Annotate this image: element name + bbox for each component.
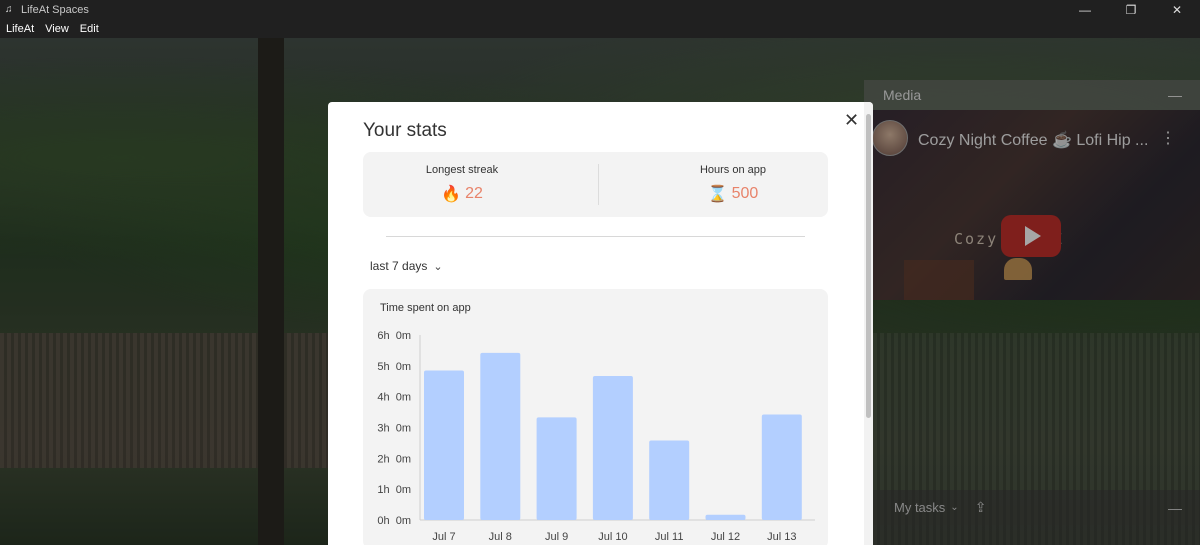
range-label: last 7 days [370, 259, 428, 273]
section-divider [386, 236, 805, 237]
window-controls: — ❐ ✕ [1062, 0, 1200, 20]
stats-divider [598, 164, 599, 205]
close-icon[interactable]: ✕ [844, 110, 859, 131]
stats-modal: Your stats ✕ Longest streak 🔥 22 Hours o… [328, 102, 873, 545]
menu-view[interactable]: View [45, 23, 69, 35]
fire-icon: 🔥 [441, 186, 462, 203]
modal-scrollbar-thumb[interactable] [866, 114, 871, 418]
hourglass-icon: ⌛ [707, 186, 728, 203]
y-tick-label: 3h 0m [377, 423, 411, 435]
window-title: LifeAt Spaces [21, 4, 89, 16]
bar[interactable] [761, 414, 802, 520]
x-tick-label: Jul 7 [432, 531, 455, 543]
bar[interactable] [649, 440, 690, 520]
range-dropdown[interactable]: last 7 days ⌄ [370, 259, 443, 273]
y-tick-label: 2h 0m [377, 453, 411, 465]
hours-on-app-stat: Hours on app ⌛ 500 [633, 164, 833, 204]
chevron-down-icon: ⌄ [433, 260, 443, 273]
hours-on-app-label: Hours on app [699, 164, 767, 176]
modal-title: Your stats [363, 120, 447, 141]
x-tick-label: Jul 13 [767, 531, 796, 543]
time-spent-chart-card: Time spent on app 0h 0m 1h 0m 2h 0m 3h 0m 4h… [363, 289, 828, 545]
bar[interactable] [424, 370, 464, 520]
x-tick-label: Jul 8 [489, 531, 512, 543]
x-tick-label: Jul 9 [545, 531, 568, 543]
bar[interactable] [536, 417, 577, 520]
stats-summary-card: Longest streak 🔥 22 Hours on app ⌛ 500 [363, 152, 828, 217]
longest-streak-label: Longest streak [425, 164, 499, 176]
app-icon: ♫ [5, 4, 13, 15]
title-bar: ♫ LifeAt Spaces — ❐ ✕ [0, 0, 1200, 20]
x-tick-label: Jul 10 [598, 531, 627, 543]
minimize-button[interactable]: — [1062, 0, 1108, 20]
longest-streak-stat: Longest streak 🔥 22 [363, 164, 561, 204]
menu-bar: LifeAt View Edit [0, 20, 1200, 38]
bar-chart: 0h 0m 1h 0m 2h 0m 3h 0m 4h 0m 5h 0m 6h 0m Jul 7… [377, 330, 815, 543]
menu-edit[interactable]: Edit [80, 23, 99, 35]
restore-button[interactable]: ❐ [1108, 0, 1154, 20]
y-tick-label: 6h 0m [377, 330, 411, 342]
x-tick-label: Jul 12 [711, 531, 740, 543]
y-tick-label: 1h 0m [377, 484, 411, 496]
bar[interactable] [592, 376, 633, 520]
close-window-button[interactable]: ✕ [1154, 0, 1200, 20]
y-tick-label: 5h 0m [377, 361, 411, 373]
longest-streak-value: 22 [465, 185, 483, 202]
hours-on-app-value: 500 [731, 185, 759, 202]
bar[interactable] [480, 352, 521, 520]
bar[interactable] [705, 514, 746, 520]
y-tick-label: 4h 0m [377, 392, 411, 404]
x-tick-label: Jul 11 [655, 531, 684, 543]
menu-lifeat[interactable]: LifeAt [6, 23, 34, 35]
y-tick-label: 0h 0m [377, 515, 411, 527]
